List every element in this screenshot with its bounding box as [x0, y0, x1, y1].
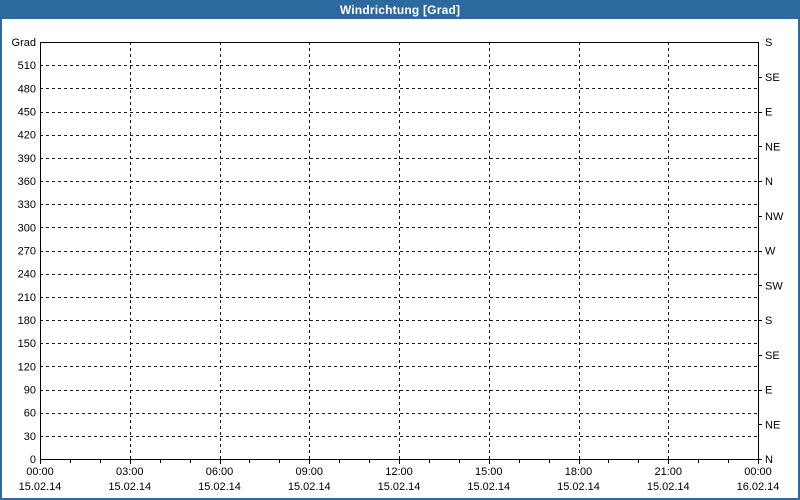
y-axis-left-tick-label: 240	[18, 269, 36, 281]
chart-container: Grad 0 30 60 90 120 150 180 210 240 270 300 330 360 39…	[2, 19, 798, 498]
v-gridlines	[130, 42, 669, 459]
x-axis-time-label: 00:00	[26, 466, 54, 478]
y-axis-right-tick-label: SE	[765, 350, 780, 362]
y-axis-right-tick-label: SW	[765, 280, 783, 292]
x-axis-time-label: 06:00	[206, 466, 234, 478]
y-axis-left-tick-label: 390	[18, 153, 36, 165]
y-axis-right-tick-label: NE	[765, 141, 780, 153]
x-axis-time-label: 00:00	[744, 466, 772, 478]
y-axis-left-tick-label: 60	[24, 408, 36, 420]
y-axis-right-tick-label: E	[765, 385, 772, 397]
y-axis-left-tick-label: 300	[18, 222, 36, 234]
y-axis-left-tick-label: 510	[18, 60, 36, 72]
y-axis-right-tick-label: N	[765, 454, 773, 466]
y-axis-left-tick-label: 120	[18, 361, 36, 373]
y-axis-left-tick-label: 330	[18, 199, 36, 211]
y-axis-left-tick-label: 270	[18, 246, 36, 258]
right-axis-labels: N NE E SE S SW W NW N NE E SE S	[765, 37, 784, 466]
y-axis-left-tick-label: 450	[18, 107, 36, 119]
y-axis-left-tick-label: 0	[30, 454, 36, 466]
y-axis-left-tick-label: 420	[18, 130, 36, 142]
window-titlebar: Windrichtung [Grad]	[0, 0, 800, 19]
x-axis-time-label: 21:00	[654, 466, 682, 478]
y-axis-right-tick-label: S	[765, 315, 772, 327]
x-axis-time-labels: 00:00 03:00 06:00 09:00 12:00 15:00 18:00 21:00…	[26, 466, 772, 478]
y-axis-right-tick-label: E	[765, 107, 772, 119]
x-axis-date-label: 15.02.14	[378, 481, 421, 493]
wind-direction-chart: Grad 0 30 60 90 120 150 180 210 240 270 300 330 360 39…	[12, 37, 784, 493]
x-axis-time-label: 03:00	[116, 466, 144, 478]
y-axis-right-tick-label: NW	[765, 211, 784, 223]
y-axis-left-tick-label: 360	[18, 176, 36, 188]
x-axis-time-label: 09:00	[295, 466, 323, 478]
y-axis-unit-label: Grad	[12, 37, 36, 49]
x-axis-date-label: 15.02.14	[108, 481, 151, 493]
y-axis-right-tick-label: NE	[765, 419, 780, 431]
left-axis-labels: Grad 0 30 60 90 120 150 180 210 240 270 300 330 360 39…	[12, 37, 36, 466]
chart-window: Windrichtung [Grad] Grad 0 30 60 90 120 150 180…	[0, 0, 800, 500]
y-axis-right-tick-label: SE	[765, 72, 780, 84]
x-axis-date-labels: 15.02.14 15.02.14 15.02.14 15.02.14 15.02.14…	[19, 481, 780, 493]
x-axis-time-label: 12:00	[385, 466, 413, 478]
y-axis-left-tick-label: 180	[18, 315, 36, 327]
x-axis-date-label: 15.02.14	[467, 481, 510, 493]
y-axis-right-tick-label: W	[765, 246, 776, 258]
y-axis-left-tick-label: 150	[18, 338, 36, 350]
x-axis-date-label: 15.02.14	[557, 481, 600, 493]
y-axis-left-tick-label: 210	[18, 292, 36, 304]
x-axis-date-label: 15.02.14	[198, 481, 241, 493]
x-axis-time-label: 18:00	[565, 466, 593, 478]
y-axis-right-tick-label: S	[765, 37, 772, 49]
window-title: Windrichtung [Grad]	[339, 2, 461, 17]
x-axis-date-label: 15.02.14	[19, 481, 62, 493]
y-axis-left-tick-label: 90	[24, 385, 36, 397]
x-axis-date-label: 15.02.14	[647, 481, 690, 493]
x-axis-date-label: 16.02.14	[737, 481, 780, 493]
x-axis-time-label: 15:00	[475, 466, 503, 478]
y-axis-right-tick-label: N	[765, 176, 773, 188]
y-axis-left-tick-label: 480	[18, 83, 36, 95]
y-axis-left-tick-label: 30	[24, 431, 36, 443]
x-axis-date-label: 15.02.14	[288, 481, 331, 493]
